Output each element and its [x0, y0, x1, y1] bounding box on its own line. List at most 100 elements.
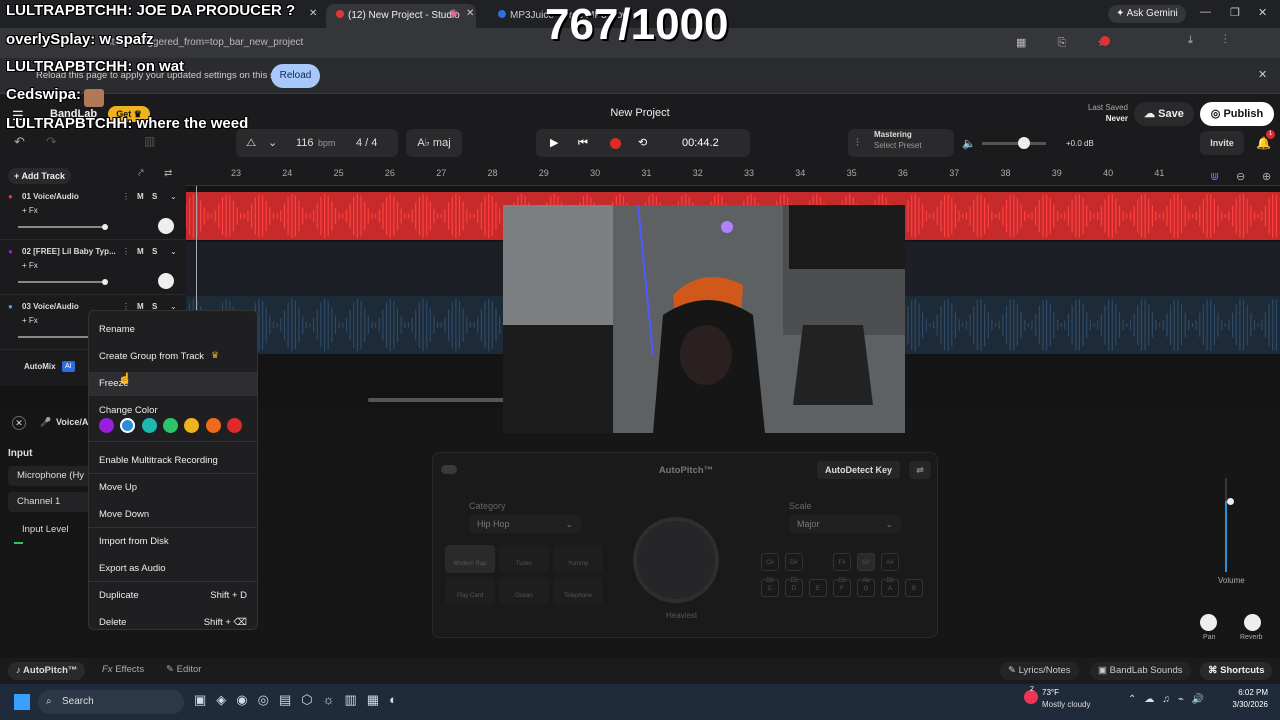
zoom-in-icon[interactable]: ⊕	[1262, 170, 1271, 183]
track-volume-thumb[interactable]	[102, 224, 108, 230]
automation-icon[interactable]: ⤤	[138, 168, 144, 179]
preset-modern-rap[interactable]: Modern Rap	[445, 545, 495, 573]
color-swatch[interactable]	[99, 418, 114, 433]
note-key-e[interactable]: E	[809, 579, 827, 597]
note-key-fsharp[interactable]: F# Gb	[833, 553, 851, 584]
track-header-1[interactable]: ● 01 Voice/Audio + Fx ⋮ M S ⌄	[0, 186, 186, 240]
timeline-ruler[interactable]: 23 24 25 26 27 28 29 30 31 32 33 34 35 36 37 38 39 40 41	[186, 164, 1280, 186]
note-key-dsharp[interactable]: D# Eb	[785, 553, 803, 584]
download-icon[interactable]: ⤓ ⋮	[1188, 34, 1241, 47]
settings-sliders-icon[interactable]: ⇌	[909, 461, 931, 479]
track-name[interactable]: 03 Voice/Audio	[22, 302, 79, 311]
chevron-down-icon[interactable]: ⌄	[170, 192, 177, 201]
category-select[interactable]: Hip Hop ⌄	[469, 515, 581, 533]
taskbar-search[interactable]: ⌕ Search	[38, 690, 184, 714]
close-panel-icon[interactable]: ✕	[12, 416, 26, 430]
track-settings-icon[interactable]: ⇄	[164, 168, 172, 179]
note-key-b[interactable]: B	[905, 579, 923, 597]
mute-button[interactable]: M	[137, 192, 144, 201]
preset-ocean[interactable]: Ocean	[499, 577, 549, 605]
menu-item-enable-multitrack-recording[interactable]: Enable Multitrack Recording	[89, 449, 257, 473]
menu-item-freeze[interactable]: Freeze	[89, 372, 257, 396]
track-menu-icon[interactable]: ⋮	[122, 192, 130, 201]
mastering-button[interactable]: ⫶ Mastering Select Preset	[848, 129, 954, 157]
play-icon[interactable]: ▶	[550, 129, 558, 157]
preset-play-card[interactable]: Play Card	[445, 577, 495, 605]
speaker-icon[interactable]: 🔈	[962, 137, 976, 150]
preset-tunes[interactable]: Tunes	[499, 545, 549, 573]
mute-button[interactable]: M	[137, 247, 144, 256]
system-tray-icons[interactable]: ⌃☁♫⌁🔊	[1128, 694, 1212, 705]
menu-item-import-from-disk[interactable]: Import from Disk	[89, 530, 257, 554]
color-swatch[interactable]	[226, 418, 242, 433]
autodetect-key-button[interactable]: AutoDetect Key	[817, 461, 901, 479]
note-key-f[interactable]: F	[833, 579, 851, 597]
close-tab-icon[interactable]: ✕	[466, 8, 474, 19]
add-track-button[interactable]: + Add Track	[8, 168, 71, 184]
lyrics-notes-button[interactable]: ✎ Lyrics/Notes	[1000, 662, 1079, 680]
extension-icon[interactable]	[1100, 36, 1110, 46]
solo-button[interactable]: S	[152, 247, 157, 256]
tab-audio-icon[interactable]: ◉	[449, 8, 458, 19]
save-button[interactable]: ☁ Save	[1134, 102, 1194, 126]
invite-button[interactable]: Invite	[1200, 131, 1244, 155]
color-swatch[interactable]	[141, 418, 157, 433]
minimize-icon[interactable]: —	[1200, 6, 1211, 18]
bandlab-sounds-button[interactable]: ▣ BandLab Sounds	[1090, 662, 1191, 680]
chevron-down-icon[interactable]: ⌄	[170, 247, 177, 256]
track-menu-icon[interactable]: ⋮	[122, 247, 130, 256]
track-volume-slider[interactable]	[18, 226, 106, 228]
loop-icon[interactable]: ⟲	[638, 129, 647, 157]
input-device-select[interactable]: Microphone (Hy	[8, 466, 90, 486]
menu-item-delete[interactable]: Delete Shift + ⌫	[89, 611, 257, 635]
zoom-out-icon[interactable]: ⊖	[1236, 170, 1245, 183]
automix-label[interactable]: AutoMix	[24, 362, 56, 371]
tab-autopitch[interactable]: ♪ AutoPitch™	[8, 662, 86, 680]
note-key-c[interactable]: C	[761, 579, 779, 597]
preset-yummy[interactable]: Yummy	[553, 545, 603, 573]
track-name[interactable]: 02 [FREE] Lil Baby Typ...	[22, 247, 116, 256]
publish-button[interactable]: ◎ Publish	[1200, 102, 1274, 126]
scale-select[interactable]: Major ⌄	[789, 515, 901, 533]
record-icon[interactable]	[610, 138, 621, 149]
note-key-g[interactable]: G	[857, 579, 875, 597]
reverb-knob[interactable]	[1244, 614, 1261, 631]
rewind-icon[interactable]: ⏮	[578, 129, 588, 157]
note-key-a[interactable]: A	[881, 579, 899, 597]
shortcuts-button[interactable]: ⌘ Shortcuts	[1200, 662, 1273, 680]
menu-item-move-down[interactable]: Move Down	[89, 503, 257, 527]
note-key-csharp[interactable]: C# Db	[761, 553, 779, 584]
master-volume-slider[interactable]	[982, 142, 1046, 145]
tab-editor[interactable]: ✎ Editor	[166, 664, 201, 675]
track-pan-knob[interactable]	[158, 218, 174, 234]
track-volume-slider[interactable]	[18, 281, 106, 283]
channel-select[interactable]: Channel 1	[8, 492, 90, 512]
menu-item-create-group-from-track[interactable]: Create Group from Track ♛	[89, 345, 257, 369]
color-swatch[interactable]	[205, 418, 221, 433]
track-pan-knob[interactable]	[158, 273, 174, 289]
volume-fader-thumb[interactable]	[1227, 498, 1234, 505]
track-volume-thumb[interactable]	[102, 279, 108, 285]
add-fx-button[interactable]: + Fx	[22, 316, 38, 325]
note-key-d[interactable]: D	[785, 579, 803, 597]
track-header-2[interactable]: ● 02 [FREE] Lil Baby Typ... + Fx ⋮ M S ⌄	[0, 241, 186, 295]
preset-telephone[interactable]: Telephone	[553, 577, 603, 605]
menu-item-rename[interactable]: Rename	[89, 318, 257, 342]
taskbar-app-icons[interactable]: ▣◈◉◎▤⬡☼▥▦◐	[194, 692, 407, 708]
close-infobar-icon[interactable]: ✕	[1258, 68, 1267, 81]
ask-gemini-button[interactable]: ✦ Ask Gemini	[1108, 5, 1186, 23]
menu-item-export-as-audio[interactable]: Export as Audio	[89, 557, 257, 581]
snap-icon[interactable]: ⋓	[1210, 170, 1219, 183]
windows-start-icon[interactable]	[14, 694, 30, 710]
menu-item-duplicate[interactable]: Duplicate Shift + D	[89, 584, 257, 608]
note-key-gsharp[interactable]: G# Ab	[857, 553, 875, 584]
tab-effects[interactable]: Fx Effects	[102, 664, 144, 675]
autopitch-knob[interactable]	[633, 517, 719, 603]
close-window-icon[interactable]: ✕	[1258, 6, 1267, 19]
note-key-asharp[interactable]: A# Bb	[881, 553, 899, 584]
menu-item-move-up[interactable]: Move Up	[89, 476, 257, 500]
scrollbar-thumb[interactable]	[368, 398, 508, 402]
add-fx-button[interactable]: + Fx	[22, 261, 38, 270]
master-volume-thumb[interactable]	[1018, 137, 1030, 149]
solo-button[interactable]: S	[152, 192, 157, 201]
